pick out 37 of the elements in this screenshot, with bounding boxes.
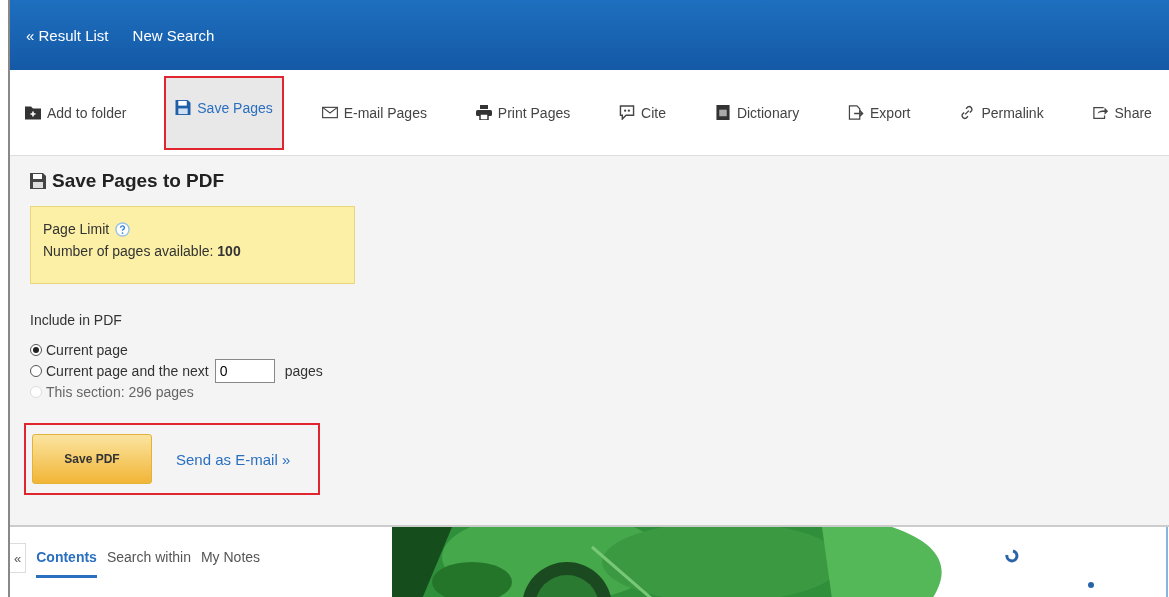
tab[interactable]: Contents bbox=[36, 549, 97, 578]
notice-heading: Page Limit bbox=[43, 221, 110, 237]
collapse-button[interactable]: « bbox=[10, 543, 27, 573]
panel-title: Save Pages to PDF bbox=[52, 170, 225, 192]
option-label: Current page and the next bbox=[46, 362, 209, 379]
radio-button[interactable] bbox=[30, 343, 42, 356]
toolbar-button[interactable]: Add to folder bbox=[14, 75, 138, 150]
book-icon bbox=[714, 105, 731, 120]
toolbar-button[interactable]: Cite bbox=[608, 75, 677, 150]
pages-input-field[interactable]: 0 bbox=[214, 358, 275, 383]
toolbar-button[interactable]: Dictionary bbox=[703, 75, 811, 150]
nav-link[interactable]: « Result List bbox=[26, 26, 109, 44]
toolbar-button[interactable]: Save Pages bbox=[164, 75, 284, 150]
toolbar-button[interactable]: Export bbox=[837, 75, 922, 150]
toolbar-button[interactable]: Permalink bbox=[948, 75, 1055, 150]
printer-icon bbox=[475, 105, 492, 120]
tab[interactable]: My Notes bbox=[200, 549, 261, 578]
option-label: pages bbox=[284, 362, 323, 379]
link-icon bbox=[959, 105, 976, 120]
option-label: Current page bbox=[46, 341, 128, 358]
share-icon bbox=[1092, 105, 1109, 120]
pages-available-text: Number of pages available: 100 bbox=[43, 243, 242, 259]
toolbar-button[interactable]: E-mail Pages bbox=[310, 75, 438, 150]
folder-icon bbox=[25, 105, 41, 120]
save-pdf-button[interactable]: Save PDF bbox=[32, 434, 152, 484]
speech-bubble-icon bbox=[619, 105, 636, 120]
envelope-icon bbox=[321, 105, 338, 120]
tab[interactable]: Search within bbox=[106, 549, 191, 578]
export-icon bbox=[848, 105, 865, 120]
send-email-link[interactable]: Send as E-mail » bbox=[176, 450, 291, 468]
radio-button[interactable] bbox=[30, 364, 42, 377]
option-label: This section: 296 pages bbox=[46, 383, 194, 400]
nav-link[interactable]: New Search bbox=[132, 26, 215, 44]
include-label: Include in PDF bbox=[30, 312, 123, 328]
help-icon[interactable] bbox=[115, 221, 131, 237]
toolbar-button[interactable]: Share bbox=[1081, 75, 1163, 150]
toolbar-button[interactable]: Print Pages bbox=[464, 75, 582, 150]
